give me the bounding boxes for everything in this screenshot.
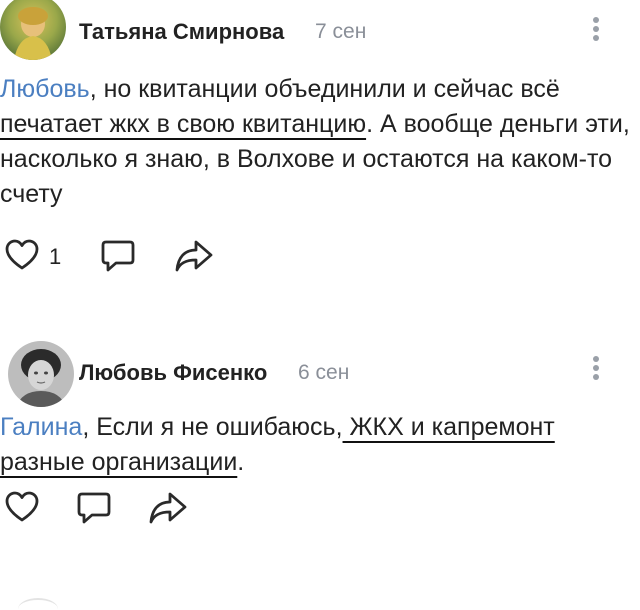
comment-icon: [77, 492, 111, 524]
comment-text-part: , но квитанции объединили и сейчас всё: [89, 75, 560, 103]
comment-text-part: , Если я не ошибаюсь,: [82, 413, 343, 441]
avatar-image: [8, 341, 74, 407]
like-button[interactable]: [4, 238, 40, 274]
reply-button[interactable]: [76, 490, 112, 526]
comment-date: 7 сен: [315, 20, 367, 43]
share-button[interactable]: [148, 490, 187, 526]
underlined-text: печатает жкх в свою квитанцию: [0, 110, 367, 138]
comment-text: Любовь, но квитанции объединили и сейчас…: [0, 72, 630, 212]
comments-feed: Татьяна Смирнова 7 сен Любовь, но квитан…: [0, 0, 640, 610]
share-icon: [175, 240, 213, 272]
heart-icon: [5, 239, 39, 270]
comment-text: Галина, Если я не ошибаюсь, ЖКХ и капрем…: [0, 410, 630, 480]
comment-text-part: .: [237, 448, 245, 476]
comment-date: 6 сен: [298, 361, 350, 384]
underlined-text: разные организации: [0, 448, 238, 476]
comment-actions: 1: [0, 238, 260, 278]
share-icon: [149, 492, 187, 524]
avatar[interactable]: [8, 341, 74, 407]
comment: Любовь Фисенко 6 сен Галина, Если я не о…: [0, 335, 640, 545]
share-button[interactable]: [174, 238, 213, 274]
comment-actions: [0, 490, 260, 530]
more-vertical-icon[interactable]: [590, 353, 602, 389]
mention-link[interactable]: Галина: [0, 413, 82, 441]
reply-button[interactable]: [100, 238, 136, 274]
next-avatar-edge: [18, 598, 58, 610]
comment: Татьяна Смирнова 7 сен Любовь, но квитан…: [0, 0, 640, 300]
comment-icon: [101, 240, 135, 272]
avatar[interactable]: [0, 0, 66, 60]
heart-icon: [5, 491, 39, 522]
like-button[interactable]: [4, 490, 40, 526]
like-count: 1: [49, 244, 62, 269]
mention-link[interactable]: Любовь: [0, 75, 90, 103]
avatar-image: [0, 0, 66, 60]
comment-author[interactable]: Татьяна Смирнова: [79, 19, 284, 45]
underlined-text: ЖКХ и капремонт: [342, 413, 555, 441]
comment-author[interactable]: Любовь Фисенко: [79, 360, 267, 386]
more-vertical-icon[interactable]: [590, 14, 602, 50]
